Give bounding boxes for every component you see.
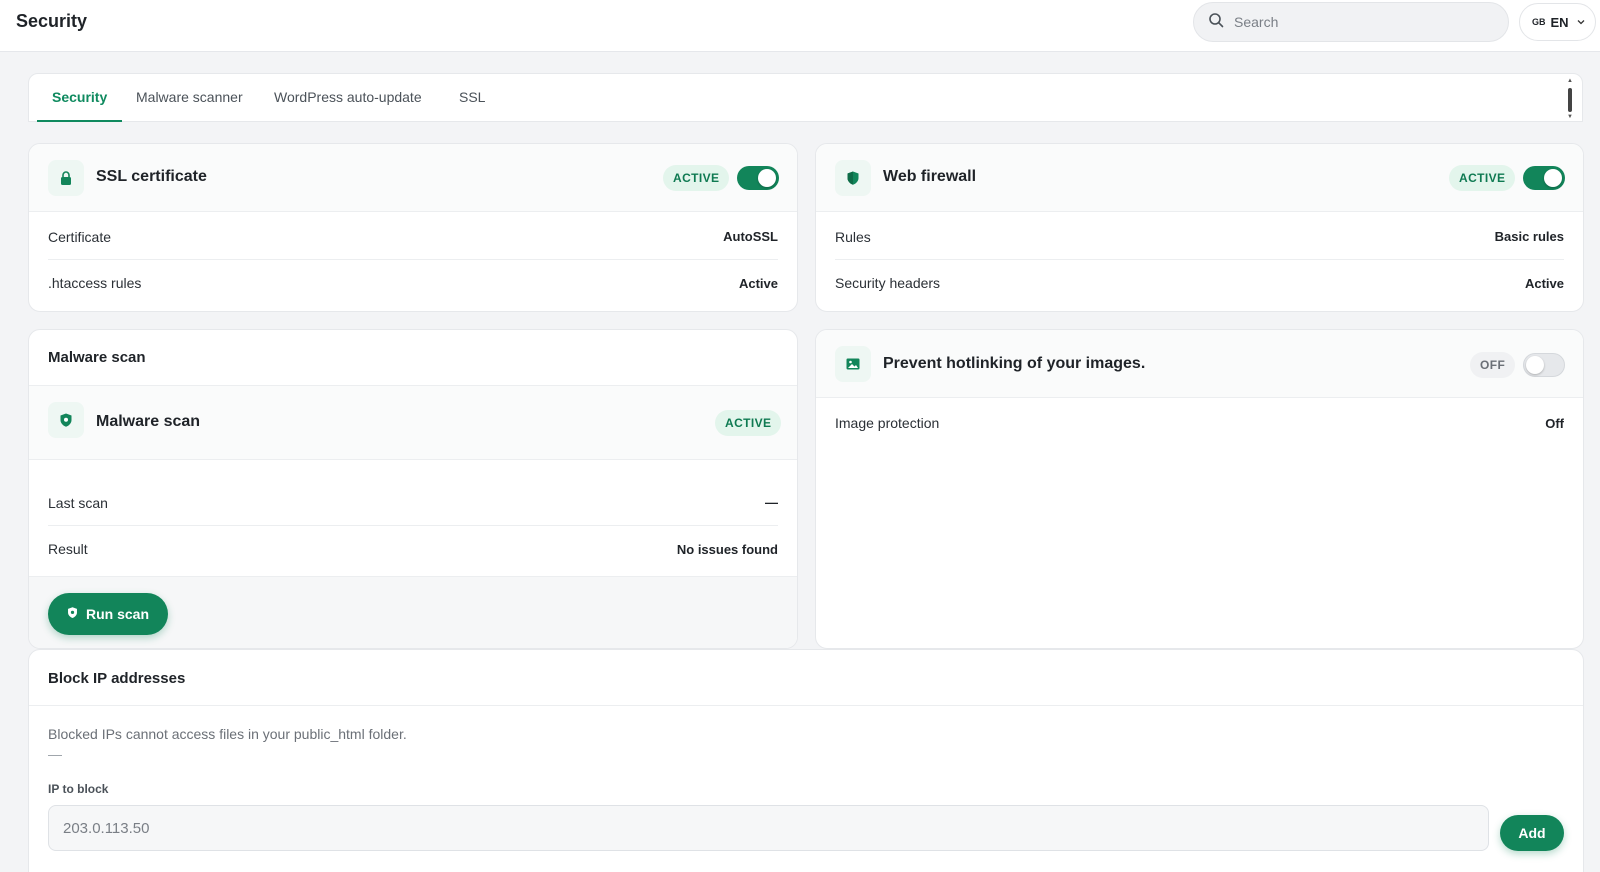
shield-icon	[48, 402, 84, 438]
firewall-toggle[interactable]	[1523, 166, 1565, 190]
row-label: Certificate	[48, 228, 112, 245]
run-scan-label: Run scan	[86, 606, 150, 622]
list-item: .htaccess rules Active	[48, 260, 778, 306]
ssl-certificate-card: SSL certificate ACTIVE Certificate AutoS…	[28, 143, 798, 312]
list-item: Image protection Off	[835, 400, 1564, 446]
row-label: Security headers	[835, 275, 941, 291]
chevron-down-icon	[1574, 15, 1586, 30]
ssl-card-title: SSL certificate	[96, 168, 207, 185]
malware-sub-header: Malware scan ACTIVE	[29, 386, 797, 460]
shield-icon	[66, 606, 79, 622]
lock-icon	[48, 160, 84, 196]
list-item: Result No issues found	[48, 526, 778, 572]
tab-wordpress-auto-update[interactable]: WordPress auto-update	[274, 74, 422, 122]
malware-card-title: Malware scan	[48, 349, 146, 366]
hotlink-card-title: Prevent hotlinking of your images.	[883, 355, 1146, 372]
malware-card-header: Malware scan	[29, 330, 797, 386]
flag-icon: GB	[1532, 17, 1546, 27]
malware-scan-card: Malware scan Malware scan ACTIVE Last sc…	[28, 329, 798, 649]
list-item: Last scan —	[48, 480, 778, 526]
ip-field-label: IP to block	[48, 782, 109, 796]
search-icon	[1208, 12, 1224, 33]
status-badge: ACTIVE	[1449, 165, 1516, 191]
page-title: Security	[16, 11, 88, 31]
row-value: Active	[1524, 275, 1564, 291]
block-ip-header: Block IP addresses	[29, 650, 1583, 706]
ssl-card-header: SSL certificate ACTIVE	[29, 144, 797, 212]
firewall-card-header: Web firewall ACTIVE	[816, 144, 1583, 212]
block-ip-help-text: Blocked IPs cannot access files in your …	[48, 726, 407, 742]
run-scan-button[interactable]: Run scan	[48, 593, 169, 635]
hotlinking-card: Prevent hotlinking of your images. OFF I…	[815, 329, 1584, 649]
row-value: Basic rules	[1494, 229, 1564, 244]
firewall-card-title: Web firewall	[883, 168, 977, 185]
search-input[interactable]	[1234, 14, 1484, 30]
status-badge: ACTIVE	[663, 165, 730, 191]
row-value: —	[765, 495, 778, 510]
status-badge: ACTIVE	[715, 410, 782, 436]
ssl-toggle[interactable]	[737, 166, 779, 190]
list-item: Security headers Active	[835, 260, 1564, 306]
block-ip-title: Block IP addresses	[48, 670, 186, 687]
add-ip-button[interactable]: Add	[1500, 815, 1564, 851]
status-badge: OFF	[1470, 352, 1516, 378]
malware-sub-title: Malware scan	[96, 413, 201, 430]
row-label: Rules	[835, 228, 871, 245]
web-firewall-card: Web firewall ACTIVE Rules Basic rules Se…	[815, 143, 1584, 312]
blocked-ip-list-empty: —	[48, 746, 62, 762]
tab-malware-scanner[interactable]: Malware scanner	[136, 74, 243, 122]
tab-security[interactable]: Security	[37, 74, 123, 122]
tab-bar: Security Malware scanner WordPress auto-…	[28, 73, 1583, 122]
row-value: No issues found	[676, 541, 778, 557]
language-code: EN	[1550, 14, 1569, 30]
row-label: Result	[48, 541, 88, 557]
hotlink-card-header: Prevent hotlinking of your images. OFF	[816, 330, 1583, 398]
row-value: AutoSSL	[723, 229, 778, 244]
ip-to-block-input[interactable]	[48, 805, 1489, 851]
language-selector[interactable]: GB EN	[1519, 3, 1596, 41]
tabs-scrollbar[interactable]: ▲ ▼	[1566, 78, 1574, 120]
top-bar: Security GB EN	[0, 0, 1600, 52]
row-value: Active	[738, 275, 778, 291]
malware-card-footer: Run scan	[29, 576, 797, 648]
row-label: Image protection	[835, 415, 940, 431]
list-item: Rules Basic rules	[835, 214, 1564, 260]
tab-ssl[interactable]: SSL	[459, 74, 485, 122]
block-ip-card: Block IP addresses Blocked IPs cannot ac…	[28, 649, 1584, 872]
row-value: Off	[1545, 415, 1564, 431]
list-item: Certificate AutoSSL	[48, 214, 778, 260]
image-icon	[835, 346, 871, 382]
shield-icon	[835, 160, 871, 196]
hotlink-toggle[interactable]	[1523, 353, 1565, 377]
row-label: .htaccess rules	[48, 275, 142, 291]
row-label: Last scan	[48, 494, 108, 511]
search-box[interactable]	[1193, 2, 1509, 42]
